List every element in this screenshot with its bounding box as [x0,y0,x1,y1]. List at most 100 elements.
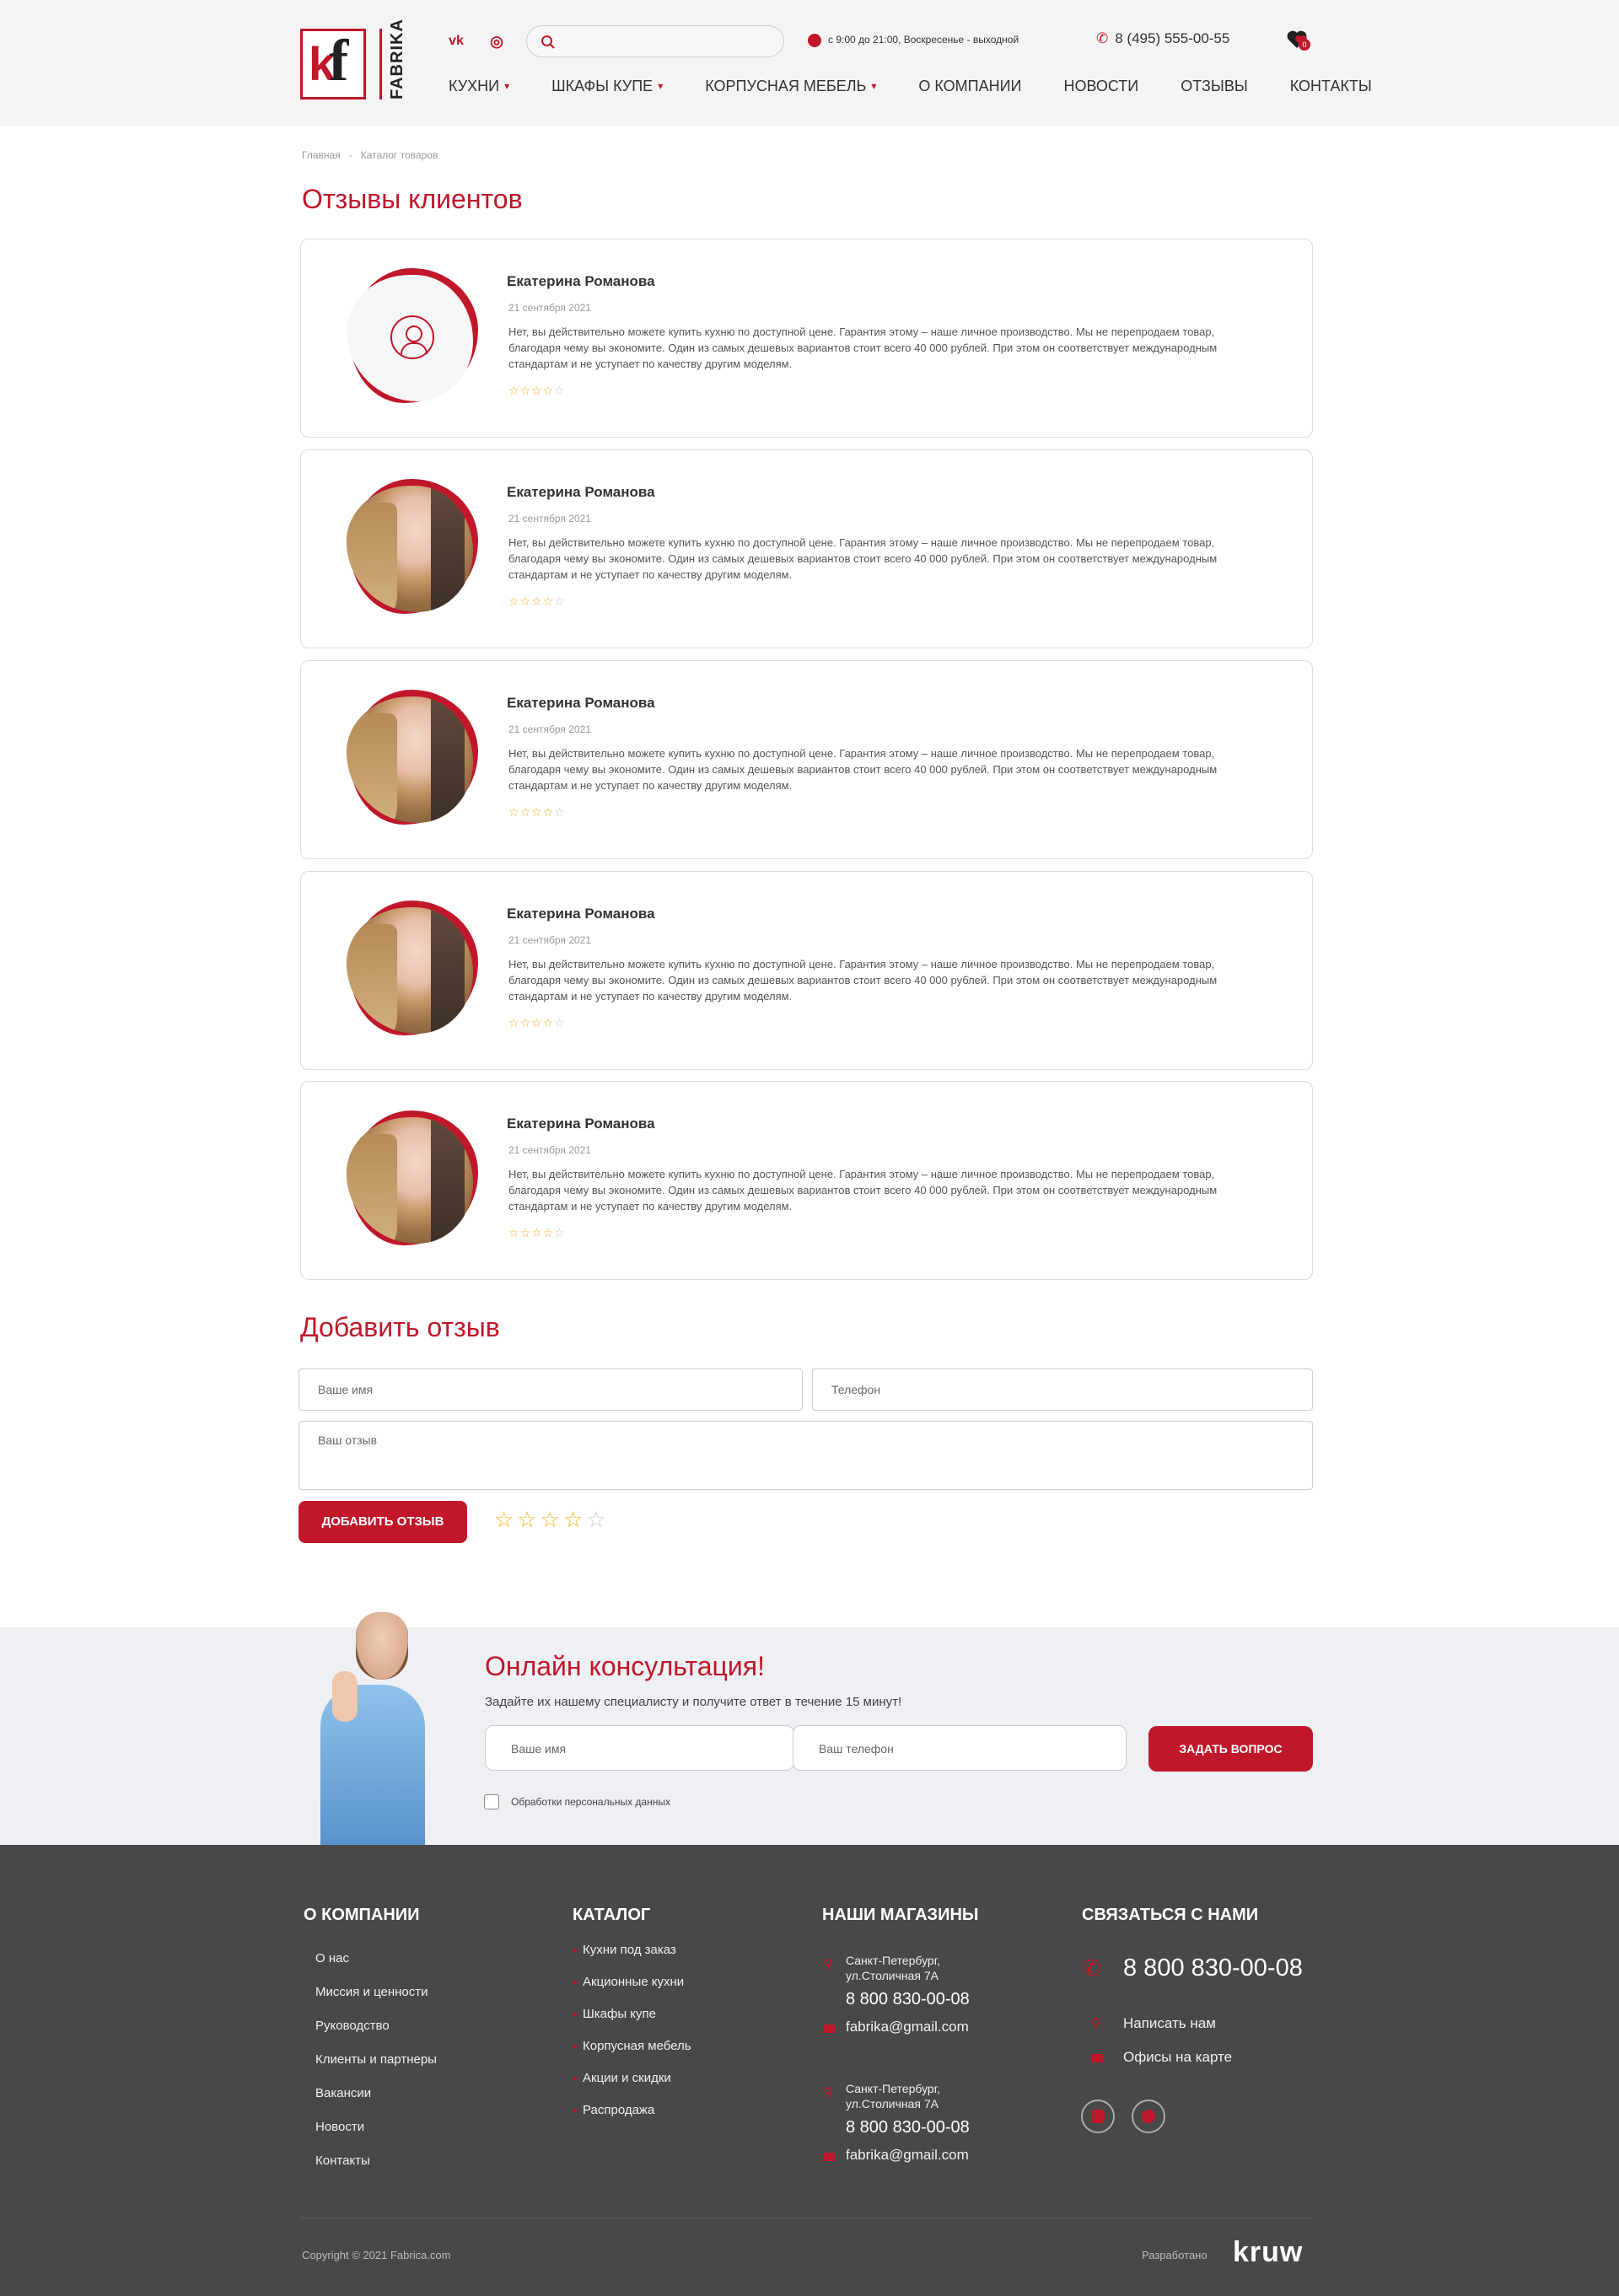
nav-label: Шкафы купе [551,78,654,94]
review-text: Нет, вы действительно можете купить кухн… [508,536,1218,581]
footer-company-link[interactable]: Миссия и ценности [315,1985,428,1999]
search-input[interactable] [526,25,784,57]
write-us-link[interactable]: Написать нам [1123,2015,1216,2032]
footer-catalog-title: Каталог [573,1906,651,1924]
footer-catalog-link[interactable]: Корпусная мебель [583,2039,691,2053]
logo-text: FABRIKA [388,19,406,99]
footer-catalog-link[interactable]: Шкафы купе [583,2007,656,2021]
store-address-line1: Санкт-Петербург, [846,1954,940,1967]
vk-icon[interactable]: vk [447,32,465,51]
instagram-icon[interactable]: ◎ [487,32,506,51]
add-review-title: Добавить отзыв [300,1312,500,1342]
star-icon: ☆ [519,1017,532,1030]
consult-name-field[interactable]: Ваше имя [485,1725,794,1771]
favorites-count: 0 [1299,39,1310,51]
star-icon[interactable]: ☆ [517,1508,540,1533]
bullet-icon [573,1981,577,1984]
footer-contact-phone[interactable]: 8 800 830-00-08 [1123,1955,1303,1982]
footer-company-link[interactable]: Клиенты и партнеры [315,2052,437,2067]
bullet-icon [573,2045,577,2048]
star-icon: ☆ [542,1017,555,1030]
reviewer-photo [347,486,473,612]
reviewer-photo [347,696,473,823]
nav-contacts[interactable]: Контакты [1290,78,1372,98]
operator-hand [332,1671,358,1722]
star-icon: ☆ [508,1017,520,1030]
phone-icon: ✆ [1083,1956,1101,1981]
nav-news[interactable]: Новости [1063,78,1138,98]
consent-label: Обработки персональных данных [511,1796,670,1808]
footer-company-link[interactable]: О нас [315,1951,349,1965]
name-field[interactable]: Ваше имя [299,1368,803,1411]
page-title: Отзывы клиентов [302,184,523,214]
footer-catalog-link[interactable]: Акционные кухни [583,1975,684,1989]
phone-field[interactable]: Телефон [812,1368,1313,1411]
footer-company-link[interactable]: Вакансии [315,2086,371,2100]
footer-catalog-link[interactable]: Кухни под заказ [583,1943,676,1957]
store-email[interactable]: fabrika@gmail.com [846,2019,969,2035]
store-phone[interactable]: 8 800 830-00-08 [846,2118,970,2137]
working-hours: с 9:00 до 21:00, Воскресенье - выходной [808,34,1019,47]
reviewer-photo [347,907,473,1034]
reviewer-name: Екатерина Романова [507,1116,655,1132]
nav-cabinet-furniture[interactable]: Корпусная мебель ▾ [705,78,876,98]
store-email[interactable]: fabrika@gmail.com [846,2147,969,2164]
star-icon[interactable]: ☆ [541,1508,563,1533]
footer-company-link[interactable]: Контакты [315,2154,370,2168]
nav-label: Корпусная мебель [705,78,867,94]
developed-by-label: Разработано [1142,2249,1208,2261]
review-date: 21 сентября 2021 [508,302,591,314]
nav-kitchens[interactable]: Кухни ▾ [449,78,509,98]
developer-logo[interactable]: kruw [1233,2236,1303,2269]
favorites-button[interactable]: 0 [1287,30,1310,51]
social-circle-instagram[interactable] [1132,2100,1165,2133]
nav-reviews[interactable]: Отзывы [1181,78,1248,98]
reviewer-name: Екатерина Романова [507,484,655,500]
store-address: Санкт-Петербург, ул.Столичная 7А [846,2081,940,2111]
review-date: 21 сентября 2021 [508,1144,591,1156]
consultation-title: Онлайн консультация! [485,1651,765,1681]
rating-input[interactable]: ☆☆☆☆☆ [494,1508,610,1533]
star-icon: ☆ [554,384,566,398]
clock-icon [808,34,821,47]
footer-catalog-link[interactable]: Распродажа [583,2103,654,2117]
star-icon: ☆ [554,1017,566,1030]
breadcrumb-home[interactable]: Главная [302,149,341,161]
location-pin-icon: ⚲ [823,2084,833,2100]
consult-phone-field[interactable]: Ваш телефон [793,1725,1127,1771]
footer-catalog-link[interactable]: Акции и скидки [583,2071,671,2085]
site-logo[interactable]: k f FABRIKA [300,19,411,99]
store-address-line2: ул.Столичная 7А [846,1969,939,1982]
review-date: 21 сентября 2021 [508,934,591,946]
footer-company-link[interactable]: Новости [315,2120,364,2134]
location-pin-icon: ⚲ [823,1956,833,1972]
review-textarea[interactable]: Ваш отзыв [299,1421,1313,1490]
review-card: Екатерина Романова 21 сентября 2021 Нет,… [300,871,1313,1070]
social-circle-vk[interactable] [1081,2100,1115,2133]
breadcrumb-catalog[interactable]: Каталог товаров [361,149,438,161]
store-address-line1: Санкт-Петербург, [846,2082,940,2095]
bullet-icon [573,1949,577,1952]
ask-question-button[interactable]: Задать вопрос [1148,1726,1313,1772]
instagram-icon [1142,2110,1155,2123]
footer-company-link[interactable]: Руководство [315,2019,390,2033]
bullet-icon [573,2077,577,2080]
nav-about[interactable]: О компании [918,78,1021,98]
bullet-icon [573,2109,577,2112]
header-phone[interactable]: ✆ 8 (495) 555-00-55 [1096,30,1229,47]
logo-letter-f: f [329,29,349,94]
store-address-line2: ул.Столичная 7А [846,2097,939,2110]
star-icon[interactable]: ☆ [494,1508,517,1533]
star-icon: ☆ [554,806,566,820]
search-icon [541,35,555,49]
nav-wardrobes[interactable]: Шкафы купе ▾ [551,78,663,98]
star-icon[interactable]: ☆ [586,1508,609,1533]
offices-map-link[interactable]: Офисы на карте [1123,2049,1232,2066]
nav-label: Кухни [449,78,500,94]
star-icon: ☆ [554,1227,566,1240]
star-icon[interactable]: ☆ [563,1508,586,1533]
nav-label: Новости [1063,78,1139,94]
add-review-button[interactable]: Добавить отзыв [299,1501,467,1543]
consent-checkbox[interactable] [484,1794,499,1809]
store-phone[interactable]: 8 800 830-00-08 [846,1990,970,2009]
